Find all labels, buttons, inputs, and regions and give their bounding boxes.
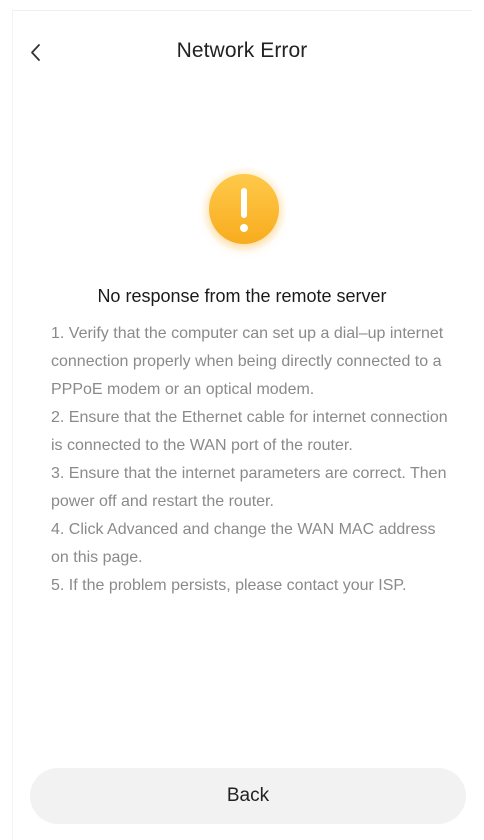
error-heading: No response from the remote server bbox=[97, 286, 387, 306]
left-divider bbox=[12, 10, 13, 840]
step-item: 4. Click Advanced and change the WAN MAC… bbox=[51, 521, 436, 566]
header: Network Error bbox=[0, 28, 484, 78]
back-button[interactable]: Back bbox=[30, 768, 466, 824]
page-title: Network Error bbox=[176, 39, 308, 62]
step-item: 3. Ensure that the internet parameters a… bbox=[51, 465, 447, 510]
step-item: 1. Verify that the computer can set up a… bbox=[51, 325, 444, 398]
step-item: 2. Ensure that the Ethernet cable for in… bbox=[51, 409, 448, 454]
step-item: 5. If the problem persists, please conta… bbox=[51, 577, 407, 594]
exclamation-bar bbox=[241, 188, 247, 218]
top-divider bbox=[12, 10, 472, 11]
troubleshooting-steps: 1. Verify that the computer can set up a… bbox=[51, 320, 451, 600]
exclamation-dot bbox=[240, 224, 248, 232]
alert-icon-container bbox=[202, 167, 286, 251]
exclamation-icon bbox=[209, 174, 279, 244]
network-error-screen: Network Error No response from the remot… bbox=[0, 0, 484, 840]
